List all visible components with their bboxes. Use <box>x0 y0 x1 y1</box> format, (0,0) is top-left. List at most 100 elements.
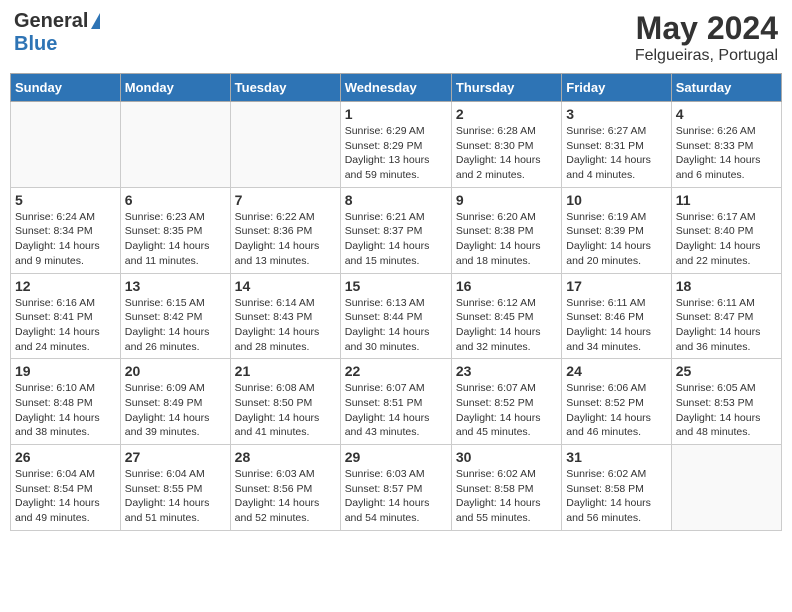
calendar-day-cell <box>11 102 121 188</box>
logo-general-text: General <box>14 10 88 33</box>
day-info: Sunrise: 6:04 AM Sunset: 8:54 PM Dayligh… <box>15 467 116 526</box>
day-number: 13 <box>125 278 226 294</box>
day-info: Sunrise: 6:12 AM Sunset: 8:45 PM Dayligh… <box>456 296 557 355</box>
day-info: Sunrise: 6:14 AM Sunset: 8:43 PM Dayligh… <box>235 296 336 355</box>
calendar-day-cell <box>230 102 340 188</box>
day-number: 29 <box>345 449 447 465</box>
day-info: Sunrise: 6:22 AM Sunset: 8:36 PM Dayligh… <box>235 210 336 269</box>
calendar-day-cell: 4Sunrise: 6:26 AM Sunset: 8:33 PM Daylig… <box>671 102 781 188</box>
day-info: Sunrise: 6:09 AM Sunset: 8:49 PM Dayligh… <box>125 381 226 440</box>
calendar-day-cell: 12Sunrise: 6:16 AM Sunset: 8:41 PM Dayli… <box>11 273 121 359</box>
calendar-day-cell: 25 Sunrise: 6:05 AM Sunset: 8:53 PM Dayli… <box>671 359 781 445</box>
day-number: 14 <box>235 278 336 294</box>
day-info: Sunrise: 6:07 AM Sunset: 8:52 PM Dayligh… <box>456 381 557 440</box>
day-info: Sunrise: 6:07 AM Sunset: 8:51 PM Dayligh… <box>345 381 447 440</box>
day-number: 30 <box>456 449 557 465</box>
day-info: Sunrise: 6:08 AM Sunset: 8:50 PM Dayligh… <box>235 381 336 440</box>
calendar-day-cell <box>671 445 781 531</box>
calendar-day-cell: 8 Sunrise: 6:21 AM Sunset: 8:37 PM Daylig… <box>340 187 451 273</box>
calendar-day-cell: 20 Sunrise: 6:09 AM Sunset: 8:49 PM Dayli… <box>120 359 230 445</box>
day-of-week-header: Friday <box>562 74 671 102</box>
day-number: 11 <box>676 192 777 208</box>
title-block: May 2024 Felgueiras, Portugal <box>635 10 778 65</box>
day-number: 19 <box>15 363 116 379</box>
day-number: 24 <box>566 363 666 379</box>
calendar-day-cell <box>120 102 230 188</box>
day-info: Sunrise: 6:23 AM Sunset: 8:35 PM Dayligh… <box>125 210 226 269</box>
day-number: 8 <box>345 192 447 208</box>
calendar-header-row: SundayMondayTuesdayWednesdayThursdayFrid… <box>11 74 782 102</box>
day-number: 5 <box>15 192 116 208</box>
day-number: 18 <box>676 278 777 294</box>
day-number: 12 <box>15 278 116 294</box>
day-info: Sunrise: 6:21 AM Sunset: 8:37 PM Dayligh… <box>345 210 447 269</box>
calendar-day-cell: 7Sunrise: 6:22 AM Sunset: 8:36 PM Daylig… <box>230 187 340 273</box>
calendar-day-cell: 3Sunrise: 6:27 AM Sunset: 8:31 PM Daylig… <box>562 102 671 188</box>
day-info: Sunrise: 6:29 AM Sunset: 8:29 PM Dayligh… <box>345 124 447 183</box>
day-number: 25 <box>676 363 777 379</box>
day-number: 31 <box>566 449 666 465</box>
calendar-week-row: 12Sunrise: 6:16 AM Sunset: 8:41 PM Dayli… <box>11 273 782 359</box>
day-number: 10 <box>566 192 666 208</box>
calendar-table: SundayMondayTuesdayWednesdayThursdayFrid… <box>10 73 782 531</box>
day-number: 1 <box>345 106 447 122</box>
calendar-subtitle: Felgueiras, Portugal <box>635 47 778 65</box>
day-number: 21 <box>235 363 336 379</box>
day-of-week-header: Saturday <box>671 74 781 102</box>
calendar-day-cell: 2 Sunrise: 6:28 AM Sunset: 8:30 PM Daylig… <box>451 102 561 188</box>
day-info: Sunrise: 6:04 AM Sunset: 8:55 PM Dayligh… <box>125 467 226 526</box>
day-number: 27 <box>125 449 226 465</box>
calendar-week-row: 26 Sunrise: 6:04 AM Sunset: 8:54 PM Dayli… <box>11 445 782 531</box>
day-number: 16 <box>456 278 557 294</box>
day-info: Sunrise: 6:05 AM Sunset: 8:53 PM Dayligh… <box>676 381 777 440</box>
calendar-day-cell: 13Sunrise: 6:15 AM Sunset: 8:42 PM Dayli… <box>120 273 230 359</box>
day-info: Sunrise: 6:11 AM Sunset: 8:46 PM Dayligh… <box>566 296 666 355</box>
day-of-week-header: Thursday <box>451 74 561 102</box>
day-number: 15 <box>345 278 447 294</box>
calendar-day-cell: 28 Sunrise: 6:03 AM Sunset: 8:56 PM Dayli… <box>230 445 340 531</box>
day-info: Sunrise: 6:26 AM Sunset: 8:33 PM Dayligh… <box>676 124 777 183</box>
calendar-week-row: 5 Sunrise: 6:24 AM Sunset: 8:34 PM Daylig… <box>11 187 782 273</box>
logo-triangle-icon <box>91 13 100 29</box>
day-info: Sunrise: 6:28 AM Sunset: 8:30 PM Dayligh… <box>456 124 557 183</box>
day-number: 2 <box>456 106 557 122</box>
calendar-day-cell: 11Sunrise: 6:17 AM Sunset: 8:40 PM Dayli… <box>671 187 781 273</box>
day-number: 23 <box>456 363 557 379</box>
day-number: 26 <box>15 449 116 465</box>
logo: General Blue <box>14 10 100 56</box>
day-info: Sunrise: 6:27 AM Sunset: 8:31 PM Dayligh… <box>566 124 666 183</box>
calendar-day-cell: 5 Sunrise: 6:24 AM Sunset: 8:34 PM Daylig… <box>11 187 121 273</box>
day-number: 22 <box>345 363 447 379</box>
day-of-week-header: Monday <box>120 74 230 102</box>
calendar-day-cell: 9 Sunrise: 6:20 AM Sunset: 8:38 PM Daylig… <box>451 187 561 273</box>
calendar-day-cell: 27 Sunrise: 6:04 AM Sunset: 8:55 PM Dayli… <box>120 445 230 531</box>
day-info: Sunrise: 6:03 AM Sunset: 8:56 PM Dayligh… <box>235 467 336 526</box>
day-of-week-header: Tuesday <box>230 74 340 102</box>
day-of-week-header: Sunday <box>11 74 121 102</box>
calendar-day-cell: 17 Sunrise: 6:11 AM Sunset: 8:46 PM Dayli… <box>562 273 671 359</box>
calendar-day-cell: 23 Sunrise: 6:07 AM Sunset: 8:52 PM Dayli… <box>451 359 561 445</box>
day-info: Sunrise: 6:06 AM Sunset: 8:52 PM Dayligh… <box>566 381 666 440</box>
calendar-day-cell: 22 Sunrise: 6:07 AM Sunset: 8:51 PM Dayli… <box>340 359 451 445</box>
calendar-day-cell: 6 Sunrise: 6:23 AM Sunset: 8:35 PM Daylig… <box>120 187 230 273</box>
day-number: 20 <box>125 363 226 379</box>
page-header: General Blue May 2024 Felgueiras, Portug… <box>10 10 782 65</box>
day-number: 17 <box>566 278 666 294</box>
day-info: Sunrise: 6:02 AM Sunset: 8:58 PM Dayligh… <box>566 467 666 526</box>
calendar-day-cell: 18Sunrise: 6:11 AM Sunset: 8:47 PM Dayli… <box>671 273 781 359</box>
day-number: 9 <box>456 192 557 208</box>
calendar-day-cell: 16 Sunrise: 6:12 AM Sunset: 8:45 PM Dayli… <box>451 273 561 359</box>
day-number: 6 <box>125 192 226 208</box>
calendar-week-row: 1 Sunrise: 6:29 AM Sunset: 8:29 PM Daylig… <box>11 102 782 188</box>
calendar-week-row: 19 Sunrise: 6:10 AM Sunset: 8:48 PM Dayli… <box>11 359 782 445</box>
calendar-day-cell: 24 Sunrise: 6:06 AM Sunset: 8:52 PM Dayli… <box>562 359 671 445</box>
calendar-day-cell: 10 Sunrise: 6:19 AM Sunset: 8:39 PM Dayli… <box>562 187 671 273</box>
day-info: Sunrise: 6:10 AM Sunset: 8:48 PM Dayligh… <box>15 381 116 440</box>
day-info: Sunrise: 6:19 AM Sunset: 8:39 PM Dayligh… <box>566 210 666 269</box>
calendar-day-cell: 31 Sunrise: 6:02 AM Sunset: 8:58 PM Dayli… <box>562 445 671 531</box>
calendar-day-cell: 30 Sunrise: 6:02 AM Sunset: 8:58 PM Dayli… <box>451 445 561 531</box>
day-number: 28 <box>235 449 336 465</box>
day-info: Sunrise: 6:20 AM Sunset: 8:38 PM Dayligh… <box>456 210 557 269</box>
day-info: Sunrise: 6:24 AM Sunset: 8:34 PM Dayligh… <box>15 210 116 269</box>
day-info: Sunrise: 6:02 AM Sunset: 8:58 PM Dayligh… <box>456 467 557 526</box>
